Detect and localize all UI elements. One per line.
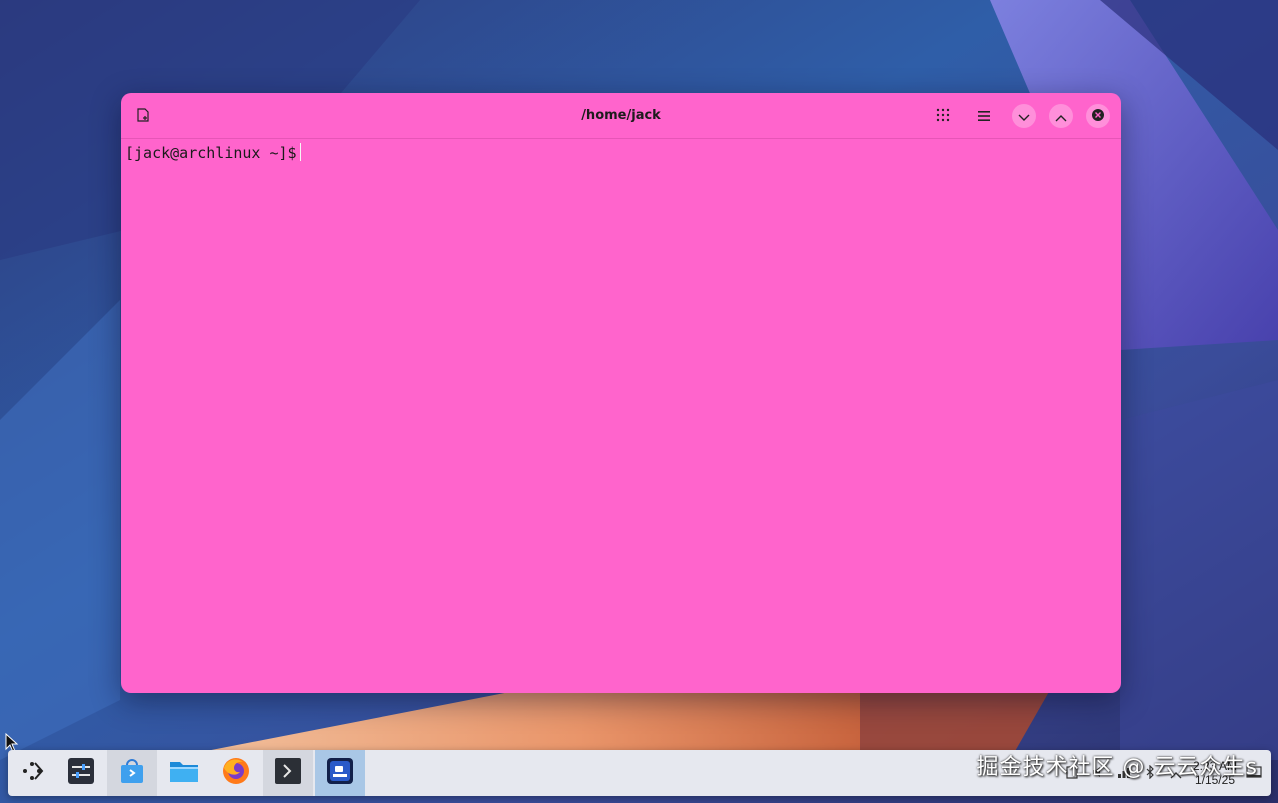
clock[interactable]: 2:23 AM 1/15/25 [1193,759,1237,787]
terminal-content[interactable]: [jack@archlinux ~]$ [121,139,1121,167]
system-settings-button[interactable] [56,750,106,796]
konsole-button[interactable] [263,750,313,796]
chevron-up-icon [1055,107,1067,126]
taskbar: 2:23 AM 1/15/25 [8,750,1271,796]
tray-expand[interactable] [1167,764,1185,782]
network-icon [1117,764,1131,783]
app-launcher-button[interactable] [8,750,58,796]
new-tab-icon [136,107,150,126]
clock-date: 1/15/25 [1194,773,1235,787]
show-desktop-icon [1246,764,1262,783]
maximize-button[interactable] [1049,104,1073,128]
launcher-icon [20,758,46,788]
close-button[interactable] [1086,104,1110,128]
window-title: /home/jack [581,108,661,123]
tray-item-1[interactable] [1063,764,1081,782]
chevron-up-icon [1170,764,1182,783]
system-tray: 2:23 AM 1/15/25 [1063,750,1263,796]
terminal-window-icon [326,757,354,789]
text-cursor [299,143,301,161]
volume-icon [1091,764,1105,783]
minimize-button[interactable] [1012,104,1036,128]
overview-button[interactable] [931,104,955,128]
menu-button[interactable] [972,104,996,128]
bluetooth-icon [1143,764,1157,783]
shell-prompt: [jack@archlinux ~]$ [125,144,297,162]
discover-button[interactable] [107,750,157,796]
settings-icon [67,757,95,789]
store-icon [118,757,146,789]
terminal-window[interactable]: /home/jack [jack@archlinux ~]$ [121,93,1121,693]
firefox-button[interactable] [211,750,261,796]
file-manager-button[interactable] [159,750,209,796]
hamburger-menu-icon [977,107,991,126]
terminal-window-taskbar-button[interactable] [315,750,365,796]
new-tab-button[interactable] [131,104,155,128]
tray-item-3[interactable] [1115,764,1133,782]
clock-time: 2:23 AM [1192,759,1237,773]
tray-item-4[interactable] [1141,764,1159,782]
chevron-down-icon [1018,107,1030,126]
grid-icon [936,107,950,126]
close-icon [1091,107,1105,126]
folder-icon [169,758,199,788]
tray-item-2[interactable] [1089,764,1107,782]
window-titlebar[interactable]: /home/jack [121,93,1121,139]
clipboard-icon [1065,764,1079,783]
show-desktop-button[interactable] [1245,764,1263,782]
terminal-icon [274,757,302,789]
firefox-icon [221,756,251,790]
